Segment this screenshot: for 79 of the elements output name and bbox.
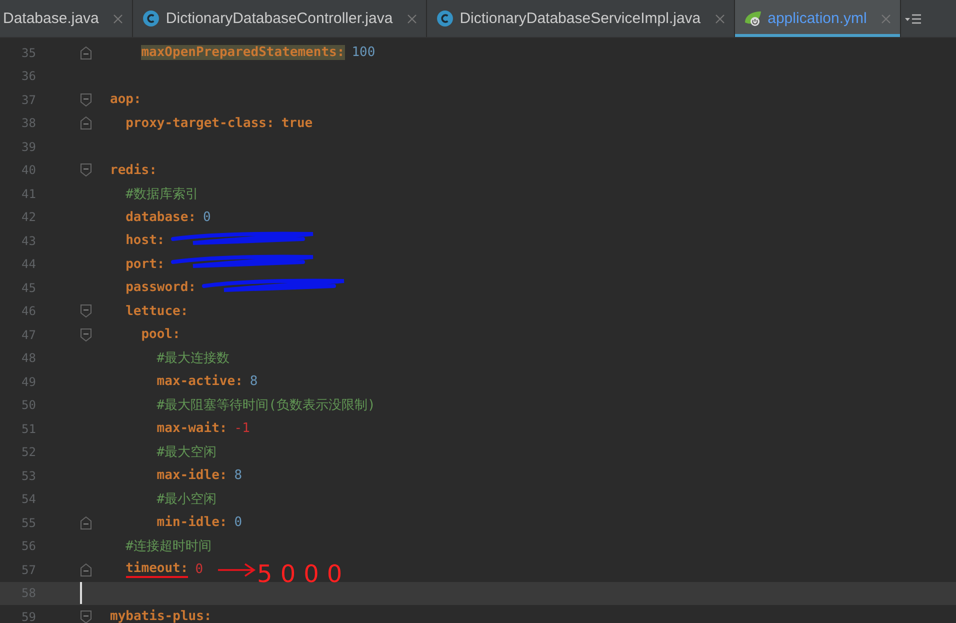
yaml-value: 8 (234, 468, 242, 484)
yaml-key: password: (126, 280, 196, 296)
close-icon[interactable] (406, 14, 417, 24)
line-number: 56 (20, 539, 36, 554)
tab-label: Database.java (3, 10, 99, 27)
line-number: 47 (20, 328, 36, 342)
line-number: 49 (20, 374, 36, 389)
yaml-key: mybatis-plus: (110, 609, 212, 623)
line-number: 44 (20, 257, 36, 272)
line-number: 53 (20, 468, 36, 483)
line-number: 38 (20, 116, 36, 130)
line-number: 35 (20, 46, 36, 60)
line-number: 45 (20, 280, 36, 295)
line-number: 51 (20, 422, 36, 436)
yaml-key: max-idle: (156, 468, 228, 484)
editor-tab[interactable]: DictionaryDatabaseController.java (132, 0, 427, 37)
code-comment: #数据库索引 (126, 186, 198, 203)
yaml-value: 100 (352, 45, 376, 60)
code-comment: #连接超时时间 (126, 538, 212, 556)
line-number: 42 (20, 210, 36, 224)
yaml-key: maxOpenPreparedStatements: (141, 45, 345, 60)
yaml-key: lettuce: (126, 304, 188, 319)
arrow-icon (217, 562, 258, 578)
yaml-key: redis: (110, 162, 157, 178)
editor-tab[interactable]: Database.java (0, 0, 133, 37)
code-comment: #最大空闲 (156, 444, 217, 462)
class-icon (436, 10, 454, 27)
yaml-value: 0 (203, 210, 211, 225)
code-comment: #最大阻塞等待时间(负数表示没限制) (156, 397, 376, 414)
editor-tab[interactable]: DictionaryDatabaseServiceImpl.java (426, 0, 735, 37)
yaml-key: database: (126, 210, 196, 225)
line-number: 43 (20, 234, 36, 248)
yaml-value: 8 (250, 374, 258, 390)
line-number: 50 (20, 398, 36, 412)
line-number: 52 (20, 445, 36, 460)
line-number: 55 (20, 516, 36, 530)
line-number: 40 (20, 163, 36, 178)
line-number: 37 (20, 92, 36, 107)
fold-icon[interactable] (80, 304, 92, 318)
fold-icon[interactable] (80, 328, 92, 342)
line-number: 46 (20, 304, 36, 318)
fold-icon[interactable] (80, 562, 92, 577)
yaml-key: timeout: (126, 561, 188, 578)
line-number: 48 (20, 351, 36, 366)
tab-label: DictionaryDatabaseServiceImpl.java (460, 10, 701, 27)
yaml-value: 0 (195, 562, 204, 578)
yaml-key: max-active: (156, 374, 243, 390)
code-comment: #最小空闲 (156, 491, 217, 508)
fold-icon[interactable] (80, 92, 92, 107)
yaml-key: proxy-target-class: (126, 116, 274, 131)
yaml-key: max-wait: (156, 421, 228, 436)
class-icon (142, 10, 160, 27)
yaml-key: host: (126, 233, 165, 248)
tab-list-icon[interactable] (904, 14, 921, 24)
fold-icon[interactable] (80, 116, 92, 130)
handwritten-note: 5000 (257, 562, 350, 586)
fold-icon[interactable] (80, 516, 92, 530)
yaml-key: port: (126, 256, 165, 272)
yaml-value: 0 (234, 515, 242, 530)
close-icon[interactable] (112, 14, 123, 24)
fold-icon[interactable] (80, 163, 92, 178)
fold-icon[interactable] (80, 610, 92, 623)
line-number: 36 (20, 69, 36, 84)
close-icon[interactable] (714, 14, 725, 24)
tab-label: DictionaryDatabaseController.java (166, 10, 393, 27)
leaf-icon (744, 10, 762, 27)
tab-label: application.yml (768, 10, 867, 27)
line-number: 57 (20, 562, 36, 577)
line-number: 41 (20, 186, 36, 201)
yaml-value: -1 (234, 421, 250, 436)
yaml-value: true (281, 116, 313, 131)
line-number: 54 (20, 492, 36, 506)
line-number: 39 (20, 140, 36, 154)
yaml-key: pool: (141, 327, 180, 342)
fold-icon[interactable] (80, 46, 92, 60)
yaml-key: min-idle: (156, 515, 228, 530)
line-number: 59 (20, 610, 36, 623)
yaml-key: aop: (110, 92, 142, 108)
code-comment: #最大连接数 (156, 350, 230, 368)
